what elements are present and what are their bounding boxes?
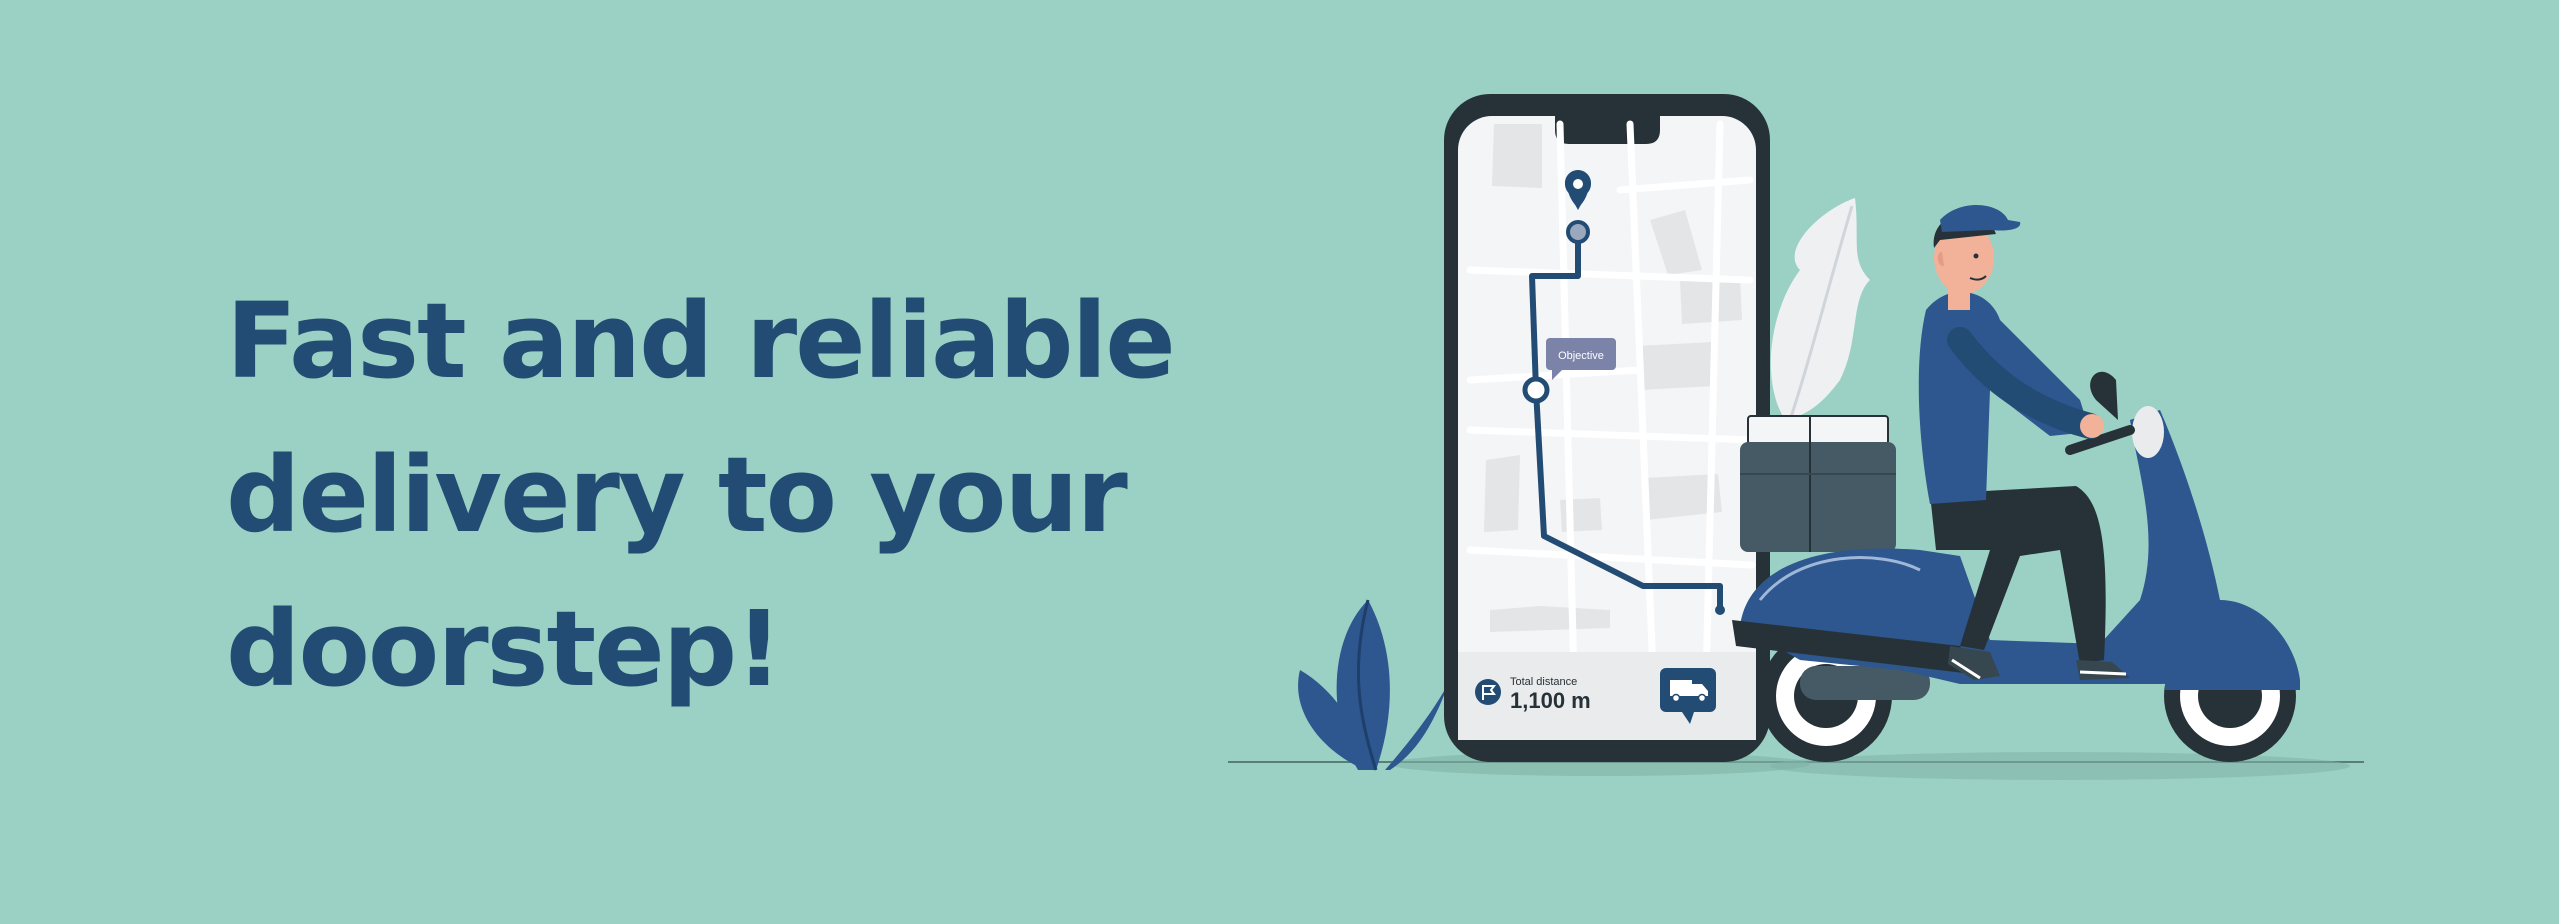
route-end-dot	[1715, 605, 1725, 615]
leaf-white-icon	[1770, 198, 1870, 421]
phone: Objective Total distance 1,100 m	[1444, 94, 1770, 762]
leaf-left-icon	[1298, 599, 1450, 771]
delivery-banner: Fast and reliable delivery to your doors…	[0, 0, 2559, 924]
headline-line-1: Fast and reliable	[226, 280, 1176, 402]
flag-icon	[1475, 679, 1501, 705]
rider-head	[1933, 204, 2021, 294]
distance-label: Total distance	[1510, 676, 1577, 688]
distance-value: 1,100 m	[1510, 688, 1591, 713]
headline-line-3: doorstep!	[226, 588, 783, 710]
objective-label: Objective	[1558, 350, 1604, 362]
delivery-box	[1740, 415, 1896, 552]
headlight	[2132, 406, 2164, 458]
route-start-dot	[1566, 220, 1590, 244]
route-waypoint	[1522, 376, 1550, 404]
phone-notch	[1555, 116, 1660, 144]
headline-line-2: delivery to your	[226, 434, 1128, 556]
delivery-illustration: Objective Total distance 1,100 m	[1228, 94, 2364, 780]
headline: Fast and reliable delivery to your doors…	[226, 264, 1226, 726]
